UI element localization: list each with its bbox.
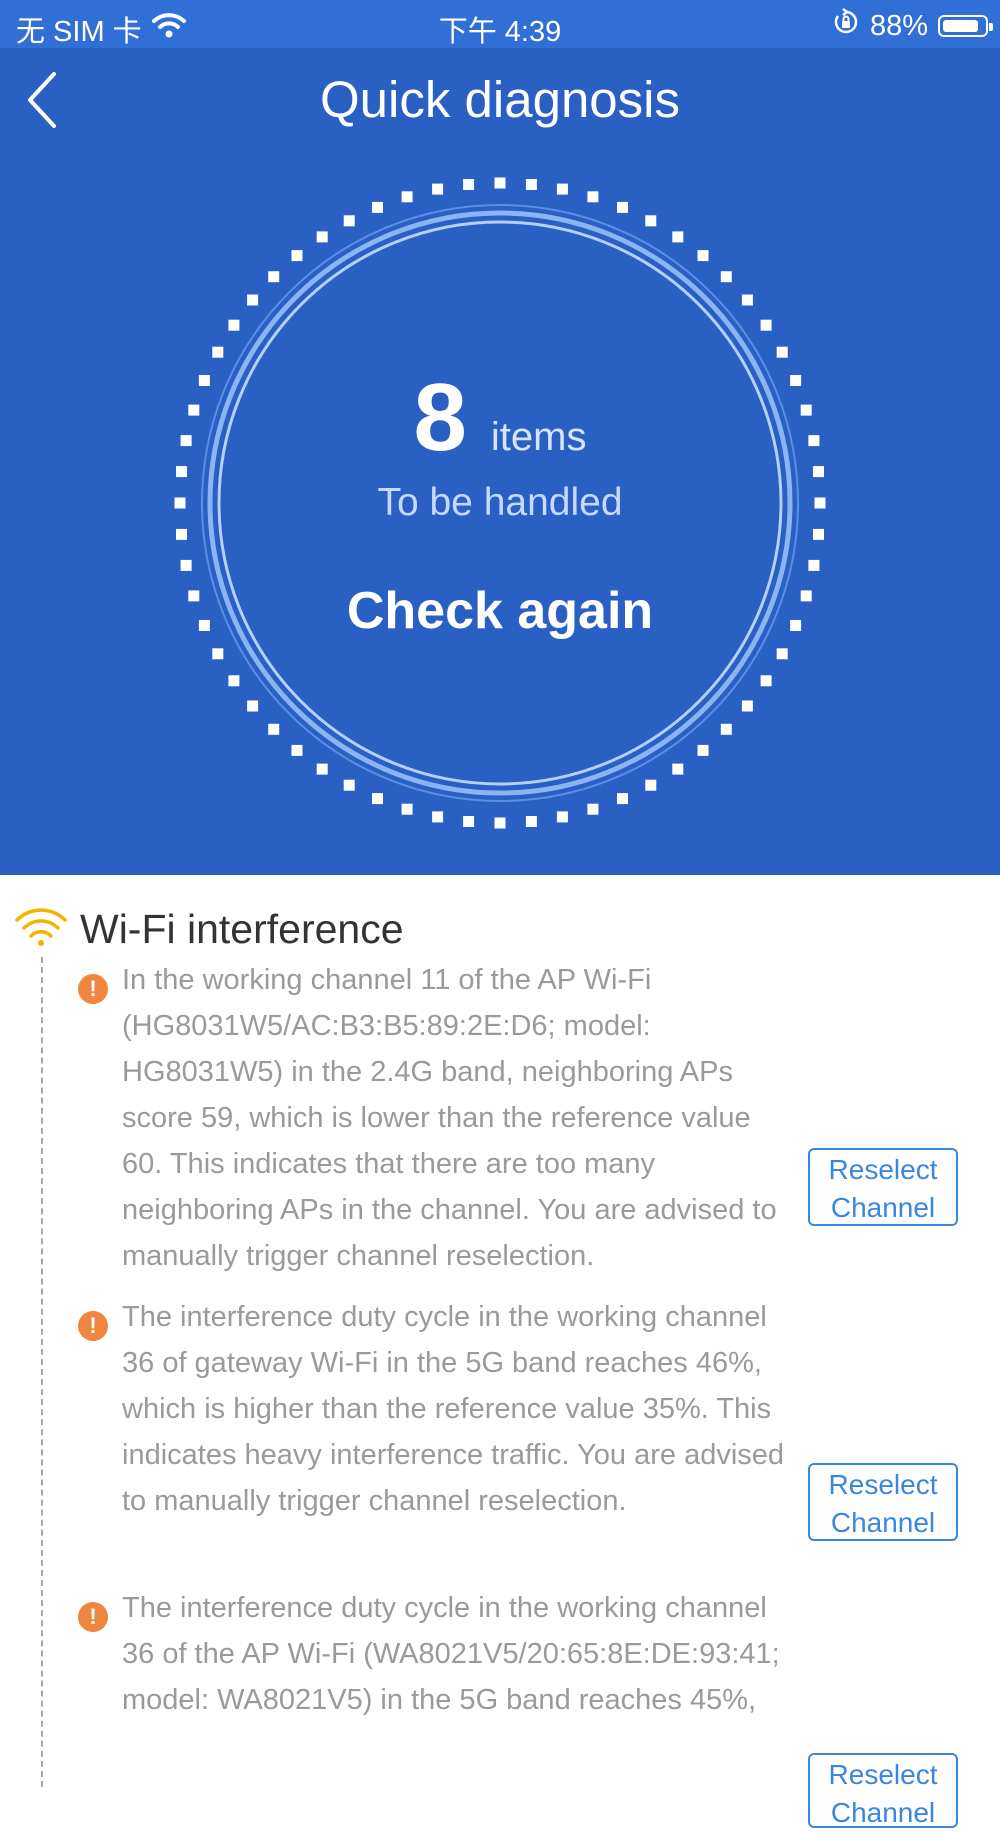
pending-subtitle: To be handled	[377, 481, 623, 524]
battery-level	[943, 20, 978, 32]
battery-percent: 88%	[869, 9, 928, 42]
check-again-button[interactable]: Check again	[270, 581, 730, 641]
page-title: Quick diagnosis	[319, 71, 680, 128]
warning-icon: !	[78, 974, 108, 1004]
rotation-lock-icon	[832, 8, 860, 44]
issue-text: The interference duty cycle in the worki…	[122, 1301, 785, 1517]
status-bar: 无 SIM 卡 下午 4:39 88%	[0, 0, 1000, 48]
status-right: 88%	[832, 8, 993, 44]
pending-count: 8 items	[170, 363, 830, 473]
warning-icon: !	[78, 1602, 108, 1632]
battery-icon	[938, 15, 993, 37]
reselect-channel-button[interactable]: Reselect Channel	[808, 1753, 958, 1828]
diagnosis-dial: 8 items To be handled Check again	[170, 173, 830, 833]
section-title: Wi-Fi interference	[80, 906, 404, 952]
warning-icon: !	[78, 1311, 108, 1341]
pending-count-unit: items	[490, 415, 587, 459]
reselect-channel-button[interactable]: Reselect Channel	[808, 1148, 958, 1226]
reselect-channel-button[interactable]: Reselect Channel	[808, 1463, 958, 1541]
timeline-line	[41, 957, 43, 1787]
diagnosis-header: Quick diagnosis 8 items To be handled Che…	[0, 48, 1000, 875]
wifi-icon	[14, 905, 68, 954]
pending-count-number: 8	[413, 364, 467, 471]
section-header: Wi-Fi interference	[14, 905, 404, 954]
issue-text: In the working channel 11 of the AP Wi-F…	[122, 964, 777, 1272]
issue-text: The interference duty cycle in the worki…	[122, 1592, 780, 1716]
